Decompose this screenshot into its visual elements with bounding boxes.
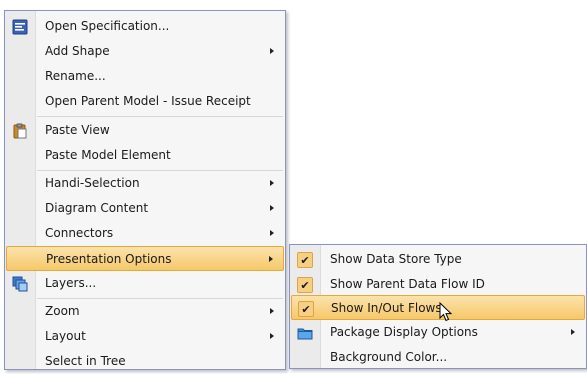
menu-item-label: Show Parent Data Flow ID bbox=[330, 277, 485, 291]
menu-item-open-parent-model[interactable]: Open Parent Model - Issue Receipt bbox=[6, 89, 284, 114]
submenu-arrow-icon bbox=[270, 180, 274, 186]
menu-item-label: Presentation Options bbox=[46, 252, 172, 266]
menu-separator bbox=[37, 116, 283, 117]
menu-item-add-shape[interactable]: Add Shape bbox=[6, 39, 284, 64]
menu-item-select-in-tree[interactable]: Select in Tree bbox=[6, 349, 284, 374]
submenu-arrow-icon bbox=[270, 308, 274, 314]
menu-item-rename[interactable]: Rename... bbox=[6, 64, 284, 89]
paste-icon bbox=[11, 122, 29, 140]
menu-item-label: Layout bbox=[45, 329, 86, 343]
menu-item-label: Zoom bbox=[45, 304, 80, 318]
menu-item-label: Paste Model Element bbox=[45, 148, 171, 162]
menu-item-background-color[interactable]: Background Color... bbox=[291, 345, 585, 370]
folder-icon bbox=[296, 324, 314, 342]
specification-icon bbox=[11, 18, 29, 36]
menu-item-open-specification[interactable]: Open Specification... bbox=[6, 14, 284, 39]
menu-item-show-parent-data-flow-id[interactable]: ✔ Show Parent Data Flow ID bbox=[291, 272, 585, 297]
menu-item-label: Package Display Options bbox=[330, 325, 478, 339]
menu-item-show-data-store-type[interactable]: ✔ Show Data Store Type bbox=[291, 247, 585, 272]
checkmark-icon: ✔ bbox=[296, 276, 314, 294]
menu-item-label: Rename... bbox=[45, 69, 106, 83]
menu-item-layers[interactable]: Layers... bbox=[6, 271, 284, 296]
submenu-arrow-icon bbox=[270, 205, 274, 211]
mouse-pointer-icon bbox=[439, 301, 453, 325]
presentation-options-submenu: ✔ Show Data Store Type ✔ Show Parent Dat… bbox=[289, 244, 587, 369]
menu-item-show-in-out-flows[interactable]: ✔ Show In/Out Flows bbox=[291, 295, 585, 320]
menu-item-label: Show Data Store Type bbox=[330, 252, 462, 266]
context-menu: Open Specification... Add Shape Rename..… bbox=[4, 10, 286, 370]
checkmark-icon: ✔ bbox=[297, 300, 315, 318]
menu-item-label: Paste View bbox=[45, 123, 110, 137]
menu-item-handi-selection[interactable]: Handi-Selection bbox=[6, 171, 284, 196]
menu-item-paste-view[interactable]: Paste View bbox=[6, 118, 284, 143]
menu-item-package-display-options[interactable]: Package Display Options bbox=[291, 320, 585, 345]
menu-item-paste-model-element[interactable]: Paste Model Element bbox=[6, 143, 284, 168]
menu-item-label: Open Specification... bbox=[45, 19, 170, 33]
menu-item-label: Background Color... bbox=[330, 350, 448, 364]
menu-item-label: Select in Tree bbox=[45, 354, 126, 368]
menu-item-label: Connectors bbox=[45, 226, 114, 240]
menu-item-zoom[interactable]: Zoom bbox=[6, 299, 284, 324]
submenu-arrow-icon bbox=[270, 230, 274, 236]
menu-item-label: Layers... bbox=[45, 276, 97, 290]
submenu-arrow-icon bbox=[270, 48, 274, 54]
menu-item-presentation-options[interactable]: Presentation Options bbox=[6, 246, 284, 271]
menu-item-label: Add Shape bbox=[45, 44, 110, 58]
submenu-arrow-icon bbox=[270, 333, 274, 339]
menu-item-connectors[interactable]: Connectors bbox=[6, 221, 284, 246]
menu-item-layout[interactable]: Layout bbox=[6, 324, 284, 349]
checkmark-icon: ✔ bbox=[296, 251, 314, 269]
menu-item-label: Show In/Out Flows bbox=[331, 301, 442, 315]
submenu-arrow-icon bbox=[571, 329, 575, 335]
menu-item-label: Handi-Selection bbox=[45, 176, 140, 190]
layers-icon bbox=[11, 275, 29, 293]
submenu-arrow-icon bbox=[269, 256, 273, 262]
menu-item-diagram-content[interactable]: Diagram Content bbox=[6, 196, 284, 221]
menu-item-label: Open Parent Model - Issue Receipt bbox=[45, 94, 251, 108]
menu-item-label: Diagram Content bbox=[45, 201, 149, 215]
